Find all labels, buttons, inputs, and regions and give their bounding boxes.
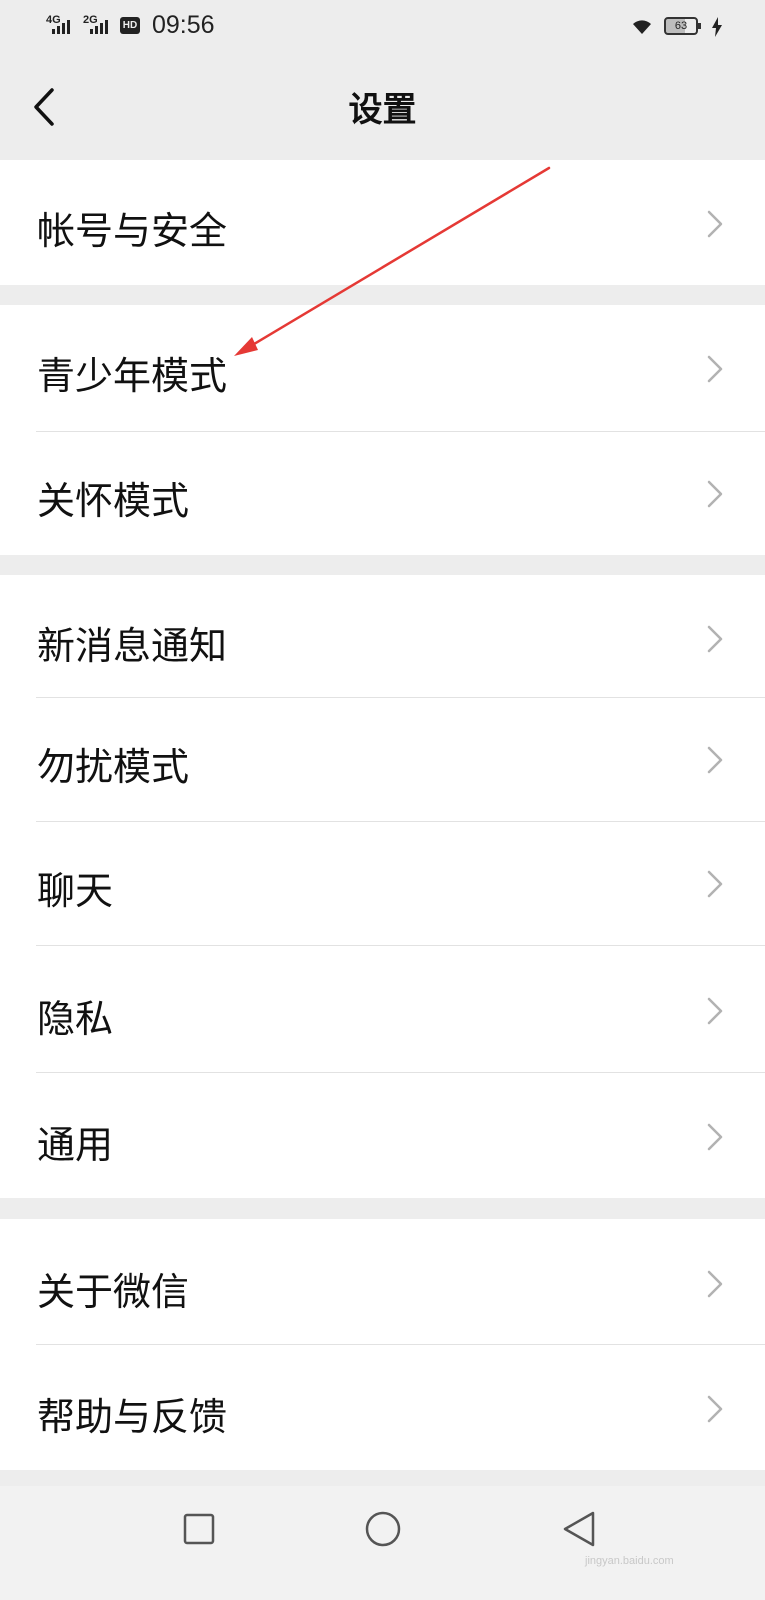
settings-item-chat[interactable]: 聊天 <box>0 822 765 946</box>
page-title: 设置 <box>348 90 417 130</box>
settings-item-general[interactable]: 通用 <box>0 1073 765 1198</box>
hd-badge: HD <box>120 17 140 34</box>
chevron-right-icon <box>707 355 723 383</box>
watermark: jingyan.baidu.com <box>585 1555 674 1567</box>
clock: 09:56 <box>152 11 215 39</box>
system-navigation-bar <box>0 1486 765 1600</box>
settings-item-about-wechat[interactable]: 关于微信 <box>0 1219 765 1345</box>
settings-item-label: 新消息通知 <box>37 624 228 668</box>
settings-group-general: 新消息通知 勿扰模式 聊天 隐私 通用 <box>0 575 765 1198</box>
chevron-right-icon <box>707 210 723 238</box>
header-bar: 设置 <box>0 52 765 159</box>
charging-icon <box>712 17 722 37</box>
chevron-right-icon <box>707 746 723 774</box>
chevron-right-icon <box>707 1395 723 1423</box>
settings-item-account-security[interactable]: 帐号与安全 <box>0 160 765 285</box>
chevron-right-icon <box>707 1123 723 1151</box>
signal-icon <box>90 18 108 34</box>
settings-item-label: 关于微信 <box>37 1270 190 1314</box>
recents-square-icon[interactable] <box>183 1513 215 1545</box>
settings-group-modes: 青少年模式 关怀模式 <box>0 305 765 555</box>
settings-item-privacy[interactable]: 隐私 <box>0 946 765 1073</box>
settings-group-account: 帐号与安全 <box>0 160 765 285</box>
back-triangle-icon[interactable] <box>561 1510 597 1548</box>
chevron-right-icon <box>707 870 723 898</box>
settings-item-do-not-disturb[interactable]: 勿扰模式 <box>0 698 765 822</box>
settings-item-teen-mode[interactable]: 青少年模式 <box>0 305 765 432</box>
home-circle-icon[interactable] <box>364 1510 402 1548</box>
settings-item-label: 通用 <box>37 1123 114 1167</box>
settings-item-label: 聊天 <box>37 869 114 913</box>
status-bar: 4G 2G HD 09:56 63 <box>0 0 765 52</box>
settings-item-label: 帮助与反馈 <box>37 1395 228 1439</box>
settings-item-label: 青少年模式 <box>37 354 228 398</box>
settings-item-help-feedback[interactable]: 帮助与反馈 <box>0 1345 765 1470</box>
wifi-icon <box>633 20 651 34</box>
chevron-right-icon <box>707 480 723 508</box>
chevron-right-icon <box>707 1270 723 1298</box>
settings-item-label: 勿扰模式 <box>37 745 190 789</box>
settings-item-label: 隐私 <box>37 997 114 1041</box>
settings-item-label: 关怀模式 <box>37 479 190 523</box>
chevron-right-icon <box>707 625 723 653</box>
settings-item-label: 帐号与安全 <box>37 209 228 253</box>
battery-icon: 63 <box>664 17 701 35</box>
signal-icon <box>52 18 70 34</box>
settings-item-care-mode[interactable]: 关怀模式 <box>0 432 765 555</box>
chevron-right-icon <box>707 997 723 1025</box>
settings-group-about: 关于微信 帮助与反馈 <box>0 1219 765 1470</box>
settings-item-new-message-notification[interactable]: 新消息通知 <box>0 575 765 698</box>
